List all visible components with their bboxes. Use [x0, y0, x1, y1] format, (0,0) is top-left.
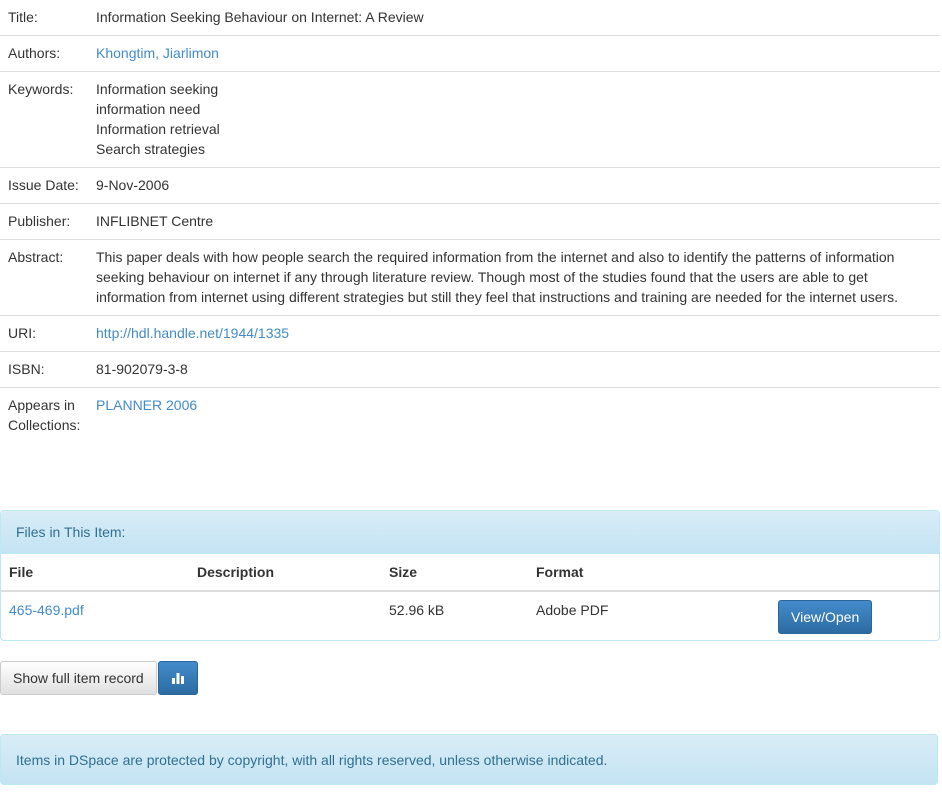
- keywords-value: Information seeking information need Infor…: [88, 71, 940, 168]
- statistics-button[interactable]: [157, 661, 198, 695]
- publisher-text: INFLIBNET Centre: [96, 213, 214, 229]
- publisher-label: Publisher:: [0, 203, 88, 240]
- keywords-text: information need: [96, 101, 201, 117]
- keywords-text: Information retrieval: [96, 121, 220, 137]
- metadata-row-title: Title: Information Seeking Behaviour on I…: [0, 0, 940, 36]
- keywords-text: Information seeking: [96, 81, 219, 97]
- file-description: [189, 591, 381, 640]
- title-value: Information Seeking Behaviour on Interne…: [88, 0, 940, 36]
- item-actions: Show full item record: [0, 661, 198, 695]
- column-header-description: Description: [189, 554, 381, 592]
- collections-label: Appears in Collections:: [8, 397, 81, 433]
- column-header-size: Size: [381, 554, 528, 592]
- isbn-label: ISBN:: [0, 351, 88, 388]
- metadata-row-uri: URI: http://hdl.handle.net/1944/1335: [0, 315, 940, 352]
- metadata-row-publisher: Publisher: INFLIBNET Centre: [0, 203, 940, 240]
- isbn-value: 81-902079-3-8: [88, 351, 940, 388]
- abstract-label: Abstract:: [0, 239, 88, 316]
- issue-date-text: 9-Nov-2006: [96, 177, 170, 193]
- issue-date-label: Issue Date:: [0, 167, 88, 204]
- metadata-row-isbn: ISBN: 81-902079-3-8: [0, 351, 940, 388]
- column-header-action: [770, 554, 939, 592]
- metadata-row-issue-date: Issue Date: 9-Nov-2006: [0, 167, 940, 204]
- show-full-record-button[interactable]: Show full item record: [0, 661, 157, 695]
- column-header-format: Format: [528, 554, 770, 592]
- abstract-text: This paper deals with how people search …: [96, 249, 899, 305]
- copyright-notice: Items in DSpace are protected by copyrig…: [0, 734, 938, 785]
- file-format: Adobe PDF: [536, 602, 609, 618]
- files-panel: Files in This Item: File Description Siz…: [0, 510, 940, 641]
- table-row: 465-469.pdf 52.96 kB Adobe PDF View/Open: [1, 591, 939, 640]
- uri-value: http://hdl.handle.net/1944/1335: [88, 315, 940, 352]
- keywords-text: Search strategies: [96, 141, 205, 157]
- uri-label: URI:: [0, 315, 88, 352]
- authors-value: Khongtim, Jiarlimon: [88, 35, 940, 72]
- file-link[interactable]: 465-469.pdf: [9, 602, 84, 618]
- metadata-row-abstract: Abstract: This paper deals with how peopl…: [0, 239, 940, 316]
- files-panel-heading: Files in This Item:: [1, 511, 939, 554]
- file-size: 52.96 kB: [389, 602, 445, 618]
- metadata-row-authors: Authors: Khongtim, Jiarlimon: [0, 35, 940, 72]
- item-metadata-table: Title: Information Seeking Behaviour on I…: [0, 0, 940, 443]
- abstract-value: This paper deals with how people search …: [88, 239, 940, 316]
- issue-date-value: 9-Nov-2006: [88, 167, 940, 204]
- metadata-row-keywords: Keywords: Information seeking information …: [0, 71, 940, 168]
- column-header-file: File: [1, 554, 189, 592]
- title-text: Information Seeking Behaviour on Interne…: [96, 9, 424, 25]
- metadata-row-collections: Appears in Collections: PLANNER 2006: [0, 388, 940, 444]
- collections-value: PLANNER 2006: [88, 388, 940, 444]
- collections-link[interactable]: PLANNER 2006: [96, 395, 932, 415]
- authors-label: Authors:: [0, 35, 88, 72]
- title-label: Title:: [0, 0, 88, 36]
- publisher-value: INFLIBNET Centre: [88, 203, 940, 240]
- keywords-label: Keywords:: [0, 71, 88, 168]
- isbn-text: 81-902079-3-8: [96, 361, 188, 377]
- files-table: File Description Size Format 465-469.pdf…: [1, 554, 939, 640]
- uri-link[interactable]: http://hdl.handle.net/1944/1335: [96, 323, 932, 343]
- bar-chart-icon: [171, 673, 184, 684]
- view-open-button[interactable]: View/Open: [778, 600, 873, 634]
- authors-link[interactable]: Khongtim, Jiarlimon: [96, 43, 932, 63]
- files-table-header: File Description Size Format: [1, 554, 939, 592]
